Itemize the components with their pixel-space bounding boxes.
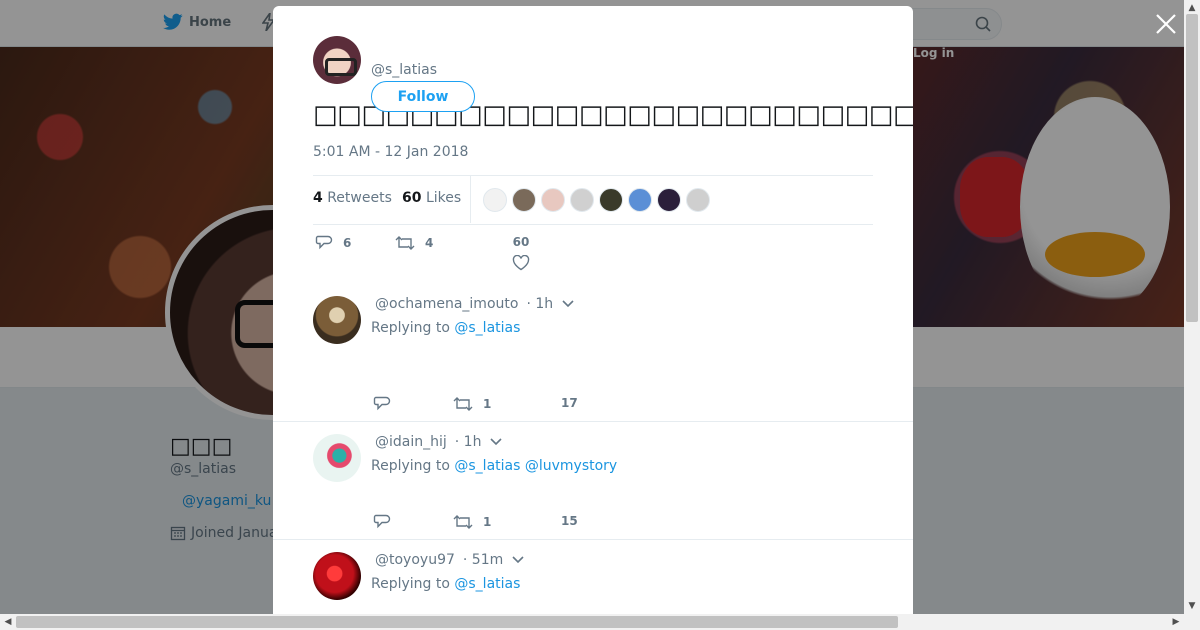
reply-header: @toyoyu97 · 51m <box>375 552 525 568</box>
retweet-count: 4 <box>425 236 434 250</box>
scroll-down-arrow[interactable]: ▼ <box>1184 598 1200 614</box>
replying-to: Replying to @s_latias <box>371 320 520 336</box>
close-icon <box>1156 14 1176 34</box>
reply-header: @idain_hij · 1h <box>375 434 503 450</box>
replying-to: Replying to @s_latias <box>371 576 520 592</box>
retweet-count: 1 <box>483 515 492 529</box>
retweet-action[interactable]: 1 <box>453 396 491 412</box>
follow-button[interactable]: Follow <box>371 81 475 112</box>
scroll-right-arrow[interactable]: ▶ <box>1168 614 1184 630</box>
replying-prefix: Replying to <box>371 576 450 592</box>
like-count: 60 <box>512 235 530 249</box>
reply-time[interactable]: · 1h <box>455 434 482 450</box>
replying-mention[interactable]: @s_latias <box>454 576 520 592</box>
retweets-stat[interactable]: 4 Retweets <box>313 190 392 206</box>
reply-icon <box>373 396 391 411</box>
liker-avatar[interactable] <box>570 188 594 212</box>
stats-divider <box>470 176 471 223</box>
reply-handle[interactable]: @toyoyu97 <box>375 552 455 568</box>
tweet-modal: @s_latias □□□□□□□□□□□□□□□□□□□□□□□□□□□□□□… <box>273 6 913 614</box>
replying-to: Replying to @s_latias @luvmystory <box>371 458 617 474</box>
reply-icon <box>373 514 391 529</box>
replying-mention[interactable]: @s_latias @luvmystory <box>454 458 617 474</box>
reply-icon <box>315 235 333 250</box>
replying-mention[interactable]: @s_latias <box>454 320 520 336</box>
like-count: 15 <box>561 514 578 528</box>
reply-handle[interactable]: @idain_hij <box>375 434 447 450</box>
reply-handle[interactable]: @ochamena_imouto <box>375 296 518 312</box>
reply-avatar[interactable] <box>313 434 361 482</box>
reply-divider <box>273 421 913 422</box>
likes-stat-count: 60 <box>402 190 422 206</box>
liker-avatar[interactable] <box>628 188 652 212</box>
retweets-stat-count: 4 <box>313 190 323 206</box>
liker-avatar[interactable] <box>686 188 710 212</box>
chevron-down-icon[interactable] <box>561 299 575 309</box>
retweet-icon <box>453 515 473 529</box>
tweet-timestamp: 5:01 AM - 12 Jan 2018 <box>313 144 469 160</box>
tweet-stats: 4 Retweets 60 Likes <box>313 175 873 225</box>
reply-avatar[interactable] <box>313 552 361 600</box>
liker-avatar[interactable] <box>599 188 623 212</box>
reply-action[interactable]: 6 <box>315 235 351 251</box>
retweets-stat-label: Retweets <box>327 190 392 206</box>
heart-icon <box>512 254 530 271</box>
likes-stat[interactable]: 60 Likes <box>402 190 461 206</box>
liker-avatars <box>483 188 710 212</box>
retweet-action[interactable]: 1 <box>453 514 491 530</box>
liker-avatar[interactable] <box>541 188 565 212</box>
reply-time[interactable]: · 51m <box>463 552 503 568</box>
like-action[interactable]: 15 <box>561 514 578 528</box>
author-avatar[interactable] <box>313 36 361 84</box>
reply-header: @ochamena_imouto · 1h <box>375 296 575 312</box>
likes-stat-label: Likes <box>425 190 462 206</box>
replying-prefix: Replying to <box>371 320 450 336</box>
reply-action[interactable] <box>373 514 401 530</box>
reply-count: 6 <box>343 236 352 250</box>
liker-avatar[interactable] <box>512 188 536 212</box>
reply-time[interactable]: · 1h <box>526 296 553 312</box>
close-button[interactable] <box>1154 12 1178 36</box>
horizontal-scrollbar-thumb[interactable] <box>16 616 898 628</box>
retweet-icon <box>453 397 473 411</box>
retweet-count: 1 <box>483 397 492 411</box>
reply-divider <box>273 539 913 540</box>
scroll-left-arrow[interactable]: ◀ <box>0 614 16 630</box>
reply-avatar[interactable] <box>313 296 361 344</box>
like-action[interactable]: 60 <box>503 235 539 274</box>
like-action[interactable]: 17 <box>561 396 578 410</box>
like-count: 17 <box>561 396 578 410</box>
replying-prefix: Replying to <box>371 458 450 474</box>
liker-avatar[interactable] <box>657 188 681 212</box>
chevron-down-icon[interactable] <box>511 555 525 565</box>
liker-avatar[interactable] <box>483 188 507 212</box>
reply-action[interactable] <box>373 396 401 412</box>
vertical-scrollbar-thumb[interactable] <box>1186 14 1198 322</box>
retweet-icon <box>395 236 415 250</box>
author-handle[interactable]: @s_latias <box>371 62 437 78</box>
retweet-action[interactable]: 4 <box>395 235 433 251</box>
avatar-glasses <box>325 58 357 76</box>
chevron-down-icon[interactable] <box>489 437 503 447</box>
